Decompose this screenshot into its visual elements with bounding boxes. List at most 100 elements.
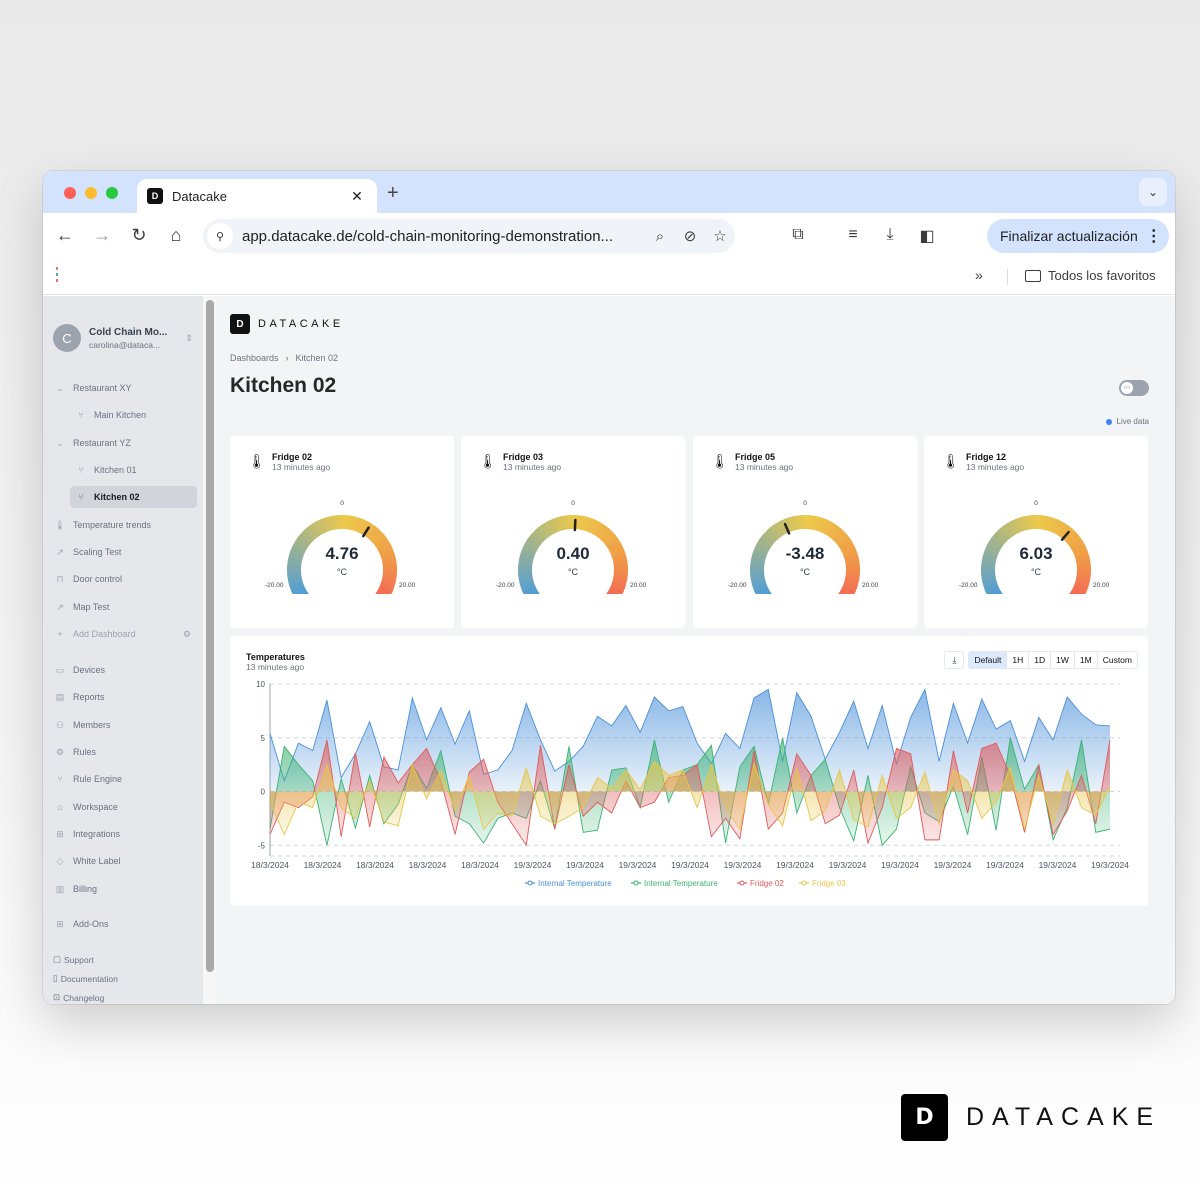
range-default-button[interactable]: Default: [968, 651, 1008, 669]
gauge-arc-segment: [1051, 519, 1062, 534]
back-button[interactable]: ←: [53, 225, 77, 246]
download-icon[interactable]: ⤓: [878, 226, 902, 244]
sidebar-item-rule-engine[interactable]: ⑂ Rule Engine: [53, 768, 197, 790]
sidebar-item-rules[interactable]: ⚙ Rules: [53, 741, 197, 763]
close-tab-icon[interactable]: ✕: [347, 188, 367, 205]
home-button[interactable]: ⌂: [164, 225, 188, 246]
finish-update-button[interactable]: Finalizar actualización ⋮: [987, 219, 1169, 253]
address-bar[interactable]: ⚲ app.datacake.de/cold-chain-monitoring-…: [203, 219, 735, 253]
sidebar-item-door-control[interactable]: ⊓ Door control: [53, 568, 197, 590]
sidebar-item-map-test[interactable]: ↗ Map Test: [53, 596, 197, 618]
gauge-zero-label: 0: [571, 500, 575, 507]
support-link[interactable]: ▢ Support: [53, 954, 94, 965]
range-1d-button[interactable]: 1D: [1029, 651, 1052, 669]
eye-off-icon[interactable]: ⊘: [675, 227, 705, 245]
reload-button[interactable]: ↻: [127, 225, 151, 246]
gauge-arc-segment: [983, 582, 999, 592]
new-tab-button[interactable]: +: [387, 182, 399, 205]
gauge-arc-segment: [582, 516, 591, 532]
sidebar-item-workspace[interactable]: ⌂ Workspace: [53, 796, 197, 818]
download-chart-button[interactable]: ⤓: [944, 651, 965, 669]
zoom-icon[interactable]: ⌕: [645, 228, 675, 245]
sidebar-item-members[interactable]: ⚇ Members: [53, 714, 197, 736]
gauge-arc-segment: [811, 515, 819, 531]
datacake-brand[interactable]: D DATACAKE: [230, 314, 344, 334]
gauge-card: 🌡︎ Fridge 03 13 minutes ago 0 0.40 °C -2…: [461, 436, 685, 628]
range-custom-button[interactable]: Custom: [1097, 651, 1138, 669]
gauge-max-label: 20.00: [862, 582, 879, 589]
sidebar-item-billing[interactable]: ▥ Billing: [53, 878, 197, 900]
main-content: D DATACAKE Dashboards › Kitchen 02 Kitch…: [217, 296, 1175, 1004]
finish-update-label: Finalizar actualización: [1000, 228, 1138, 244]
gauge-arc-segment: [776, 520, 787, 536]
all-bookmarks-button[interactable]: Todos los favoritos: [1025, 268, 1156, 283]
close-window-button[interactable]: [64, 187, 76, 199]
book-icon: ▯: [53, 973, 58, 983]
sidebar-scrollbar[interactable]: [206, 300, 214, 972]
sidebar-item-reports[interactable]: ▤ Reports: [53, 686, 197, 708]
gauge-arc-segment: [783, 517, 793, 533]
browser-toolbar: ← → ↻ ⌂ ⚲ app.datacake.de/cold-chain-mon…: [43, 213, 1175, 259]
gauge-unit: °C: [1030, 567, 1042, 577]
media-control-icon[interactable]: ≡: [841, 226, 865, 244]
sidebar-item-white-label[interactable]: ◇ White Label: [53, 850, 197, 872]
breadcrumb-dashboards[interactable]: Dashboards: [230, 353, 279, 363]
gauge-arc-segment: [313, 520, 324, 536]
account-switcher[interactable]: C Cold Chain Mo... carolina@dataca... ⇕: [53, 323, 193, 353]
gear-icon[interactable]: ⚙: [183, 629, 191, 640]
gauge-arc-segment: [325, 516, 333, 532]
x-tick-label: 19/3/2024: [881, 860, 919, 870]
more-bookmarks-icon[interactable]: »: [975, 267, 983, 283]
bookmark-star-icon[interactable]: ☆: [705, 227, 735, 245]
minimize-window-button[interactable]: [85, 187, 97, 199]
sidebar-item-main-kitchen[interactable]: ⑂ Main Kitchen: [70, 404, 197, 426]
tab-title: Datacake: [172, 188, 227, 204]
gauge-arc-segment: [518, 575, 534, 583]
home-icon: ⌂: [57, 802, 63, 812]
extensions-icon[interactable]: ⧉: [786, 226, 810, 244]
add-dashboard-button[interactable]: + Add Dashboard ⚙: [53, 623, 197, 645]
gauge-arc-segment: [788, 516, 796, 532]
gauge-arc-segment: [345, 515, 352, 530]
gauge-zero-label: 0: [340, 500, 344, 507]
site-settings-icon[interactable]: ⚲: [207, 223, 233, 249]
side-panel-icon[interactable]: ◧: [915, 226, 939, 246]
gauge-arc-segment: [997, 527, 1010, 542]
gauge-card: 🌡︎ Fridge 05 13 minutes ago 0 -3.48 °C -…: [693, 436, 917, 628]
sidebar-item-kitchen-01[interactable]: ⑂ Kitchen 01: [70, 459, 197, 481]
gauge-arc-segment: [1011, 518, 1021, 534]
gauge-arc-segment: [831, 528, 845, 542]
browser-tab[interactable]: D Datacake ✕: [137, 179, 377, 213]
branch-icon: ⑂: [57, 774, 63, 784]
range-1h-button[interactable]: 1H: [1007, 651, 1030, 669]
y-tick-label: 5: [261, 734, 266, 743]
chart-title: Temperatures: [246, 652, 305, 662]
range-1m-button[interactable]: 1M: [1074, 651, 1098, 669]
sidebar-group-restaurant-yz[interactable]: ⌄ Restaurant YZ: [53, 432, 197, 454]
sidebar-item-add-ons[interactable]: ⊞ Add-Ons: [53, 913, 197, 935]
footer-datacake-brand: D DATACAKE: [901, 1094, 1161, 1141]
url-text[interactable]: app.datacake.de/cold-chain-monitoring-de…: [242, 228, 645, 245]
more-menu-icon[interactable]: ⋮: [1146, 226, 1162, 246]
documentation-link[interactable]: ▯ Documentation: [53, 973, 118, 984]
sidebar-item-temperature-trends[interactable]: 🌡︎ Temperature trends: [53, 514, 197, 536]
embed-mode-toggle[interactable]: </>: [1119, 380, 1149, 396]
gauge-arc-segment: [823, 520, 835, 536]
forward-button[interactable]: →: [90, 225, 114, 246]
gauge-arc-segment: [544, 520, 555, 536]
gauge-arc-segment: [560, 515, 568, 531]
sidebar-item-scaling-test[interactable]: ↗ Scaling Test: [53, 541, 197, 563]
tab-search-button[interactable]: ⌄: [1139, 178, 1167, 206]
gauge-arc-segment: [753, 585, 769, 594]
bookmarks-divider: [1007, 269, 1008, 285]
gauge-arc-segment: [760, 533, 775, 546]
x-tick-label: 19/3/2024: [934, 860, 972, 870]
sidebar-group-restaurant-xy[interactable]: ⌄ Restaurant XY: [53, 377, 197, 399]
sidebar-item-kitchen-02[interactable]: ⑂ Kitchen 02: [70, 486, 197, 508]
sidebar-item-devices[interactable]: ▭ Devices: [53, 659, 197, 681]
changelog-link[interactable]: ⊡ Changelog: [53, 992, 104, 1003]
plus-icon: +: [57, 629, 63, 639]
sidebar-item-integrations[interactable]: ⊞ Integrations: [53, 823, 197, 845]
maximize-window-button[interactable]: [106, 187, 118, 199]
range-1w-button[interactable]: 1W: [1051, 651, 1075, 669]
